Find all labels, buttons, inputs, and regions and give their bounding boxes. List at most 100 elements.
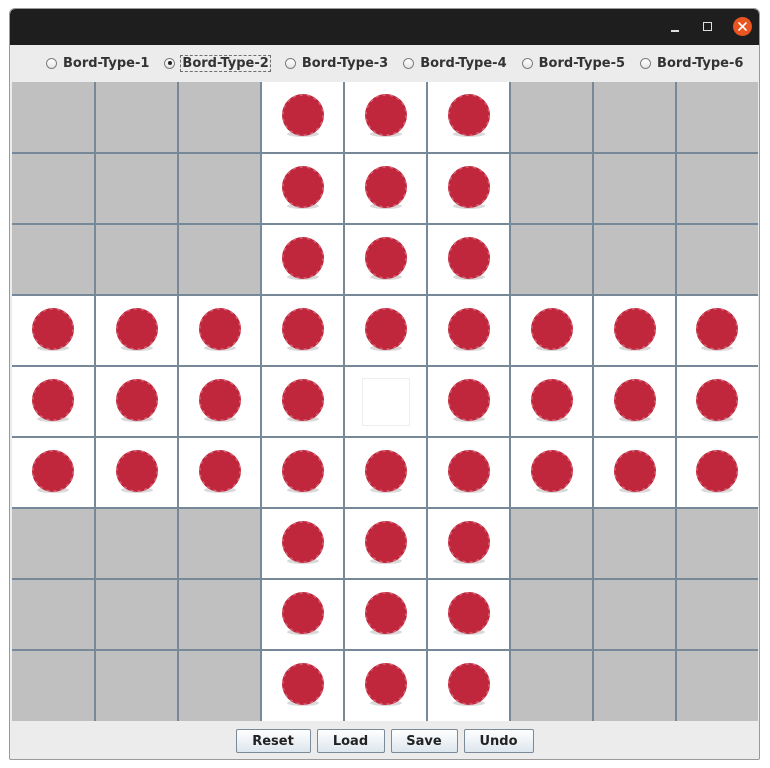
board-type-radio-5[interactable]: Bord-Type-5 [521, 55, 626, 71]
peg-icon [281, 165, 324, 209]
peg-icon [613, 449, 656, 493]
peg-cell[interactable] [95, 437, 178, 508]
radio-button-icon[interactable] [46, 57, 57, 69]
peg-cell[interactable] [261, 153, 344, 224]
blocked-cell [178, 508, 261, 579]
peg-cell[interactable] [12, 366, 95, 437]
peg-cell[interactable] [261, 650, 344, 721]
reset-button[interactable]: Reset [235, 729, 311, 753]
peg-cell[interactable] [510, 366, 593, 437]
peg-icon [447, 165, 490, 209]
peg-cell[interactable] [427, 295, 510, 366]
peg-icon [696, 449, 739, 493]
peg-icon [447, 449, 490, 493]
save-button[interactable]: Save [390, 729, 458, 753]
peg-cell[interactable] [344, 153, 427, 224]
minimize-icon[interactable] [666, 18, 684, 36]
peg-cell[interactable] [676, 366, 758, 437]
peg-icon [281, 520, 324, 564]
load-button[interactable]: Load [316, 729, 385, 753]
peg-icon [281, 449, 324, 493]
peg-icon [198, 449, 241, 493]
app-window: Bord-Type-1 Bord-Type-2 Bord-Type-3 Bord-Ty… [9, 8, 760, 760]
board-type-radio-3[interactable]: Bord-Type-3 [284, 56, 389, 71]
peg-cell[interactable] [344, 224, 427, 295]
board-type-label: Bord-Type-4 [420, 55, 507, 71]
board-type-radio-4[interactable]: Bord-Type-4 [403, 56, 507, 71]
radio-button-icon[interactable] [640, 57, 652, 69]
undo-button[interactable]: Undo [463, 729, 534, 753]
peg-icon [364, 236, 407, 280]
board-type-label: Bord-Type-2 [180, 54, 271, 72]
board-type-radio-2[interactable]: Bord-Type-2 [164, 54, 271, 72]
peg-cell[interactable] [344, 579, 427, 650]
board-type-radio-6[interactable]: Bord-Type-6 [640, 56, 744, 71]
radio-button-icon[interactable] [164, 57, 176, 69]
peg-cell[interactable] [510, 295, 593, 366]
blocked-cell [178, 650, 261, 721]
peg-icon [281, 378, 324, 422]
blocked-cell [12, 650, 95, 721]
blocked-cell [676, 224, 758, 295]
peg-cell[interactable] [344, 650, 427, 721]
peg-cell[interactable] [261, 437, 344, 508]
peg-cell[interactable] [593, 366, 676, 437]
peg-icon [364, 94, 407, 138]
peg-cell[interactable] [261, 579, 344, 650]
peg-cell[interactable] [178, 366, 261, 437]
peg-cell[interactable] [12, 295, 95, 366]
peg-icon [447, 236, 490, 280]
peg-cell[interactable] [593, 295, 676, 366]
peg-icon [281, 236, 324, 280]
blocked-cell [510, 82, 593, 153]
board-type-label: Bord-Type-5 [538, 55, 626, 71]
blocked-cell [95, 579, 178, 650]
blocked-cell [12, 579, 95, 650]
peg-cell[interactable] [12, 437, 95, 508]
peg-cell[interactable] [261, 224, 344, 295]
peg-cell[interactable] [427, 437, 510, 508]
peg-cell[interactable] [344, 295, 427, 366]
peg-cell[interactable] [344, 82, 427, 153]
maximize-icon[interactable] [699, 18, 717, 36]
peg-cell[interactable] [427, 153, 510, 224]
peg-cell[interactable] [261, 82, 344, 153]
blocked-cell [593, 153, 676, 224]
peg-cell[interactable] [261, 295, 344, 366]
peg-cell[interactable] [95, 366, 178, 437]
peg-icon [696, 378, 739, 422]
board-type-selector: Bord-Type-1 Bord-Type-2 Bord-Type-3 Bord-Ty… [10, 45, 759, 81]
blocked-cell [676, 579, 758, 650]
peg-icon [364, 165, 407, 209]
blocked-cell [95, 224, 178, 295]
radio-button-icon[interactable] [284, 57, 296, 69]
peg-cell[interactable] [178, 295, 261, 366]
peg-cell[interactable] [427, 650, 510, 721]
peg-cell[interactable] [95, 295, 178, 366]
peg-cell[interactable] [676, 295, 758, 366]
peg-icon [115, 307, 158, 351]
peg-cell[interactable] [427, 82, 510, 153]
peg-icon [281, 94, 324, 138]
peg-cell[interactable] [427, 579, 510, 650]
peg-cell[interactable] [676, 437, 758, 508]
peg-cell[interactable] [427, 224, 510, 295]
peg-cell[interactable] [178, 437, 261, 508]
blocked-cell [12, 224, 95, 295]
blocked-cell [676, 153, 758, 224]
peg-cell[interactable] [344, 437, 427, 508]
close-icon[interactable] [733, 17, 752, 36]
peg-cell[interactable] [427, 508, 510, 579]
peg-cell[interactable] [261, 366, 344, 437]
peg-cell[interactable] [261, 508, 344, 579]
blocked-cell [12, 508, 95, 579]
peg-cell[interactable] [344, 508, 427, 579]
peg-cell[interactable] [593, 437, 676, 508]
radio-button-icon[interactable] [521, 57, 533, 69]
empty-hole-cell[interactable] [344, 366, 427, 437]
peg-icon [281, 662, 324, 706]
peg-cell[interactable] [510, 437, 593, 508]
radio-button-icon[interactable] [403, 57, 415, 69]
peg-cell[interactable] [427, 366, 510, 437]
board-type-radio-1[interactable]: Bord-Type-1 [46, 56, 150, 71]
